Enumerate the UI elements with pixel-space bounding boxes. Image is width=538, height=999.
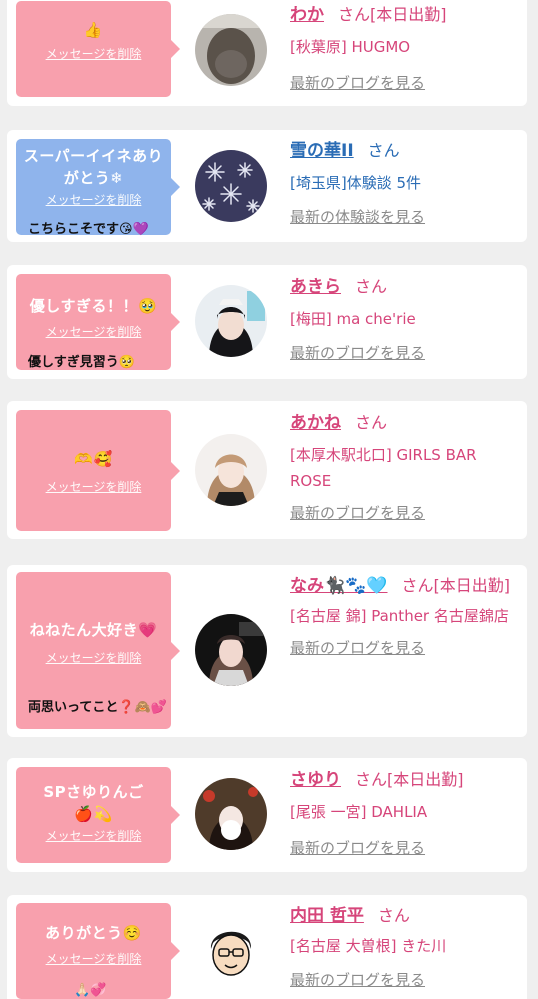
message-text: ねねたん大好き💗 [29,621,158,639]
shop-label: [名古屋 錦] Panther 名古屋錦店 [290,607,509,625]
honorific: さん [377,906,410,925]
message-text: SPさゆりんご🍎💫 [43,783,144,823]
profile-name-link[interactable]: 雪の華II [290,141,354,161]
profile-name-link[interactable]: あきら [290,277,341,297]
message-bubble: スーパーイイネありがとう❄ メッセージを削除 こちらこそです😘💜 [16,139,180,237]
honorific: さん[本日出勤] [355,770,464,789]
delete-message-link[interactable]: メッセージを削除 [46,827,142,844]
delete-message-link[interactable]: メッセージを削除 [46,191,142,208]
delete-message-link[interactable]: メッセージを削除 [46,649,142,666]
profile-info: 雪の華II さん [埼玉県]体験談 5件 最新の体験談を見る [290,138,522,230]
profile-info: あきら さん [梅田] ma che'rie 最新のブログを見る [290,274,522,366]
avatar[interactable] [195,614,267,686]
shop-label: [秋葉原] HUGMO [290,38,411,56]
reply-text: こちらこそです😘💜 [28,222,149,237]
message-bubble: SPさゆりんご🍎💫 メッセージを削除 [16,767,180,863]
avatar[interactable] [195,14,267,86]
delete-message-link[interactable]: メッセージを削除 [46,323,142,340]
profile-name-link[interactable]: さゆり [290,770,341,790]
message-card: ありがとう☺️ メッセージを削除 🙏🏻💞 内田 哲平 さん [名古屋 大曽根] き… [7,895,527,999]
profile-info: わか さん[本日出勤] [秋葉原] HUGMO 最新のブログを見る [290,2,522,96]
message-card: スーパーイイネありがとう❄ メッセージを削除 こちらこそです😘💜 雪の華II さん… [7,130,527,242]
avatar[interactable] [195,778,267,850]
profile-info: さゆり さん[本日出勤] [尾張 一宮] DAHLIA 最新のブログを見る [290,767,522,861]
message-card: ねねたん大好き💗 メッセージを削除 両思いってこと❓🙈💕 なみ🐈‍⬛🐾🩵 さん[本… [7,565,527,737]
profile-info: なみ🐈‍⬛🐾🩵 さん[本日出勤] [名古屋 錦] Panther 名古屋錦店 最新… [290,573,522,661]
honorific: さん [355,277,388,296]
profile-info: 内田 哲平 さん [名古屋 大曽根] きた川 最新のブログを見る [290,903,522,993]
profile-name-link[interactable]: あかね [290,413,341,433]
message-card: 優しすぎる！！🥹 メッセージを削除 優しすぎ見習う🥺 あきら さん [梅田] ma… [7,265,527,379]
delete-message-link[interactable]: メッセージを削除 [46,478,142,495]
blog-link[interactable]: 最新のブログを見る [290,74,425,92]
message-card: 🫶🥰 メッセージを削除 あかね さん [本厚木駅北口] GIRLS BAR ROS… [7,401,527,539]
shop-label: [梅田] ma che'rie [290,310,416,328]
reply-text: 両思いってこと❓🙈💕 [28,700,167,715]
honorific: さん [355,413,388,432]
profile-name-link[interactable]: 内田 哲平 [290,906,364,926]
message-text: ありがとう☺️ [45,924,142,942]
message-bubble: 優しすぎる！！🥹 メッセージを削除 優しすぎ見習う🥺 [16,274,180,370]
reply-text: 🙏🏻💞 [74,983,107,998]
blog-link[interactable]: 最新のブログを見る [290,971,425,989]
message-bubble: ありがとう☺️ メッセージを削除 🙏🏻💞 [16,903,180,999]
blog-link[interactable]: 最新のブログを見る [290,344,425,362]
message-card: SPさゆりんご🍎💫 メッセージを削除 さゆり さん[本日出勤] [尾張 一宮] D… [7,758,527,872]
honorific: さん[本日出勤] [338,5,447,24]
profile-name-link[interactable]: わか [290,5,324,25]
blog-link[interactable]: 最新のブログを見る [290,639,425,657]
delete-message-link[interactable]: メッセージを削除 [46,45,142,62]
message-text: 優しすぎる！！🥹 [29,297,158,315]
message-text: 👍 [83,21,104,39]
shop-label: [埼玉県]体験談 5件 [290,174,422,192]
shop-label: [名古屋 大曽根] きた川 [290,937,447,955]
delete-message-link[interactable]: メッセージを削除 [46,950,142,967]
message-text: スーパーイイネありがとう❄ [23,147,164,187]
message-bubble: ねねたん大好き💗 メッセージを削除 両思いってこと❓🙈💕 [16,572,180,729]
avatar[interactable] [195,150,267,222]
shop-label: [尾張 一宮] DAHLIA [290,803,428,821]
profile-info: あかね さん [本厚木駅北口] GIRLS BAR ROSE 最新のブログを見る [290,410,522,526]
message-card: 👍 メッセージを削除 わか さん[本日出勤] [秋葉原] HUGMO 最新のブログ… [7,0,527,106]
blog-link[interactable]: 最新のブログを見る [290,839,425,857]
honorific: さん[本日出勤] [401,576,511,595]
avatar[interactable] [195,434,267,506]
reply-text: 優しすぎ見習う🥺 [28,355,135,370]
honorific: さん [367,141,400,160]
avatar[interactable] [195,915,267,987]
blog-link[interactable]: 最新のブログを見る [290,504,425,522]
profile-name-link[interactable]: なみ🐈‍⬛🐾🩵 [290,576,388,596]
message-text: 🫶🥰 [74,450,113,468]
message-bubble: 🫶🥰 メッセージを削除 [16,410,180,531]
experience-link[interactable]: 最新の体験談を見る [290,208,425,226]
shop-label: [本厚木駅北口] GIRLS BAR ROSE [290,446,477,490]
message-bubble: 👍 メッセージを削除 [16,1,180,97]
avatar[interactable] [195,285,267,357]
